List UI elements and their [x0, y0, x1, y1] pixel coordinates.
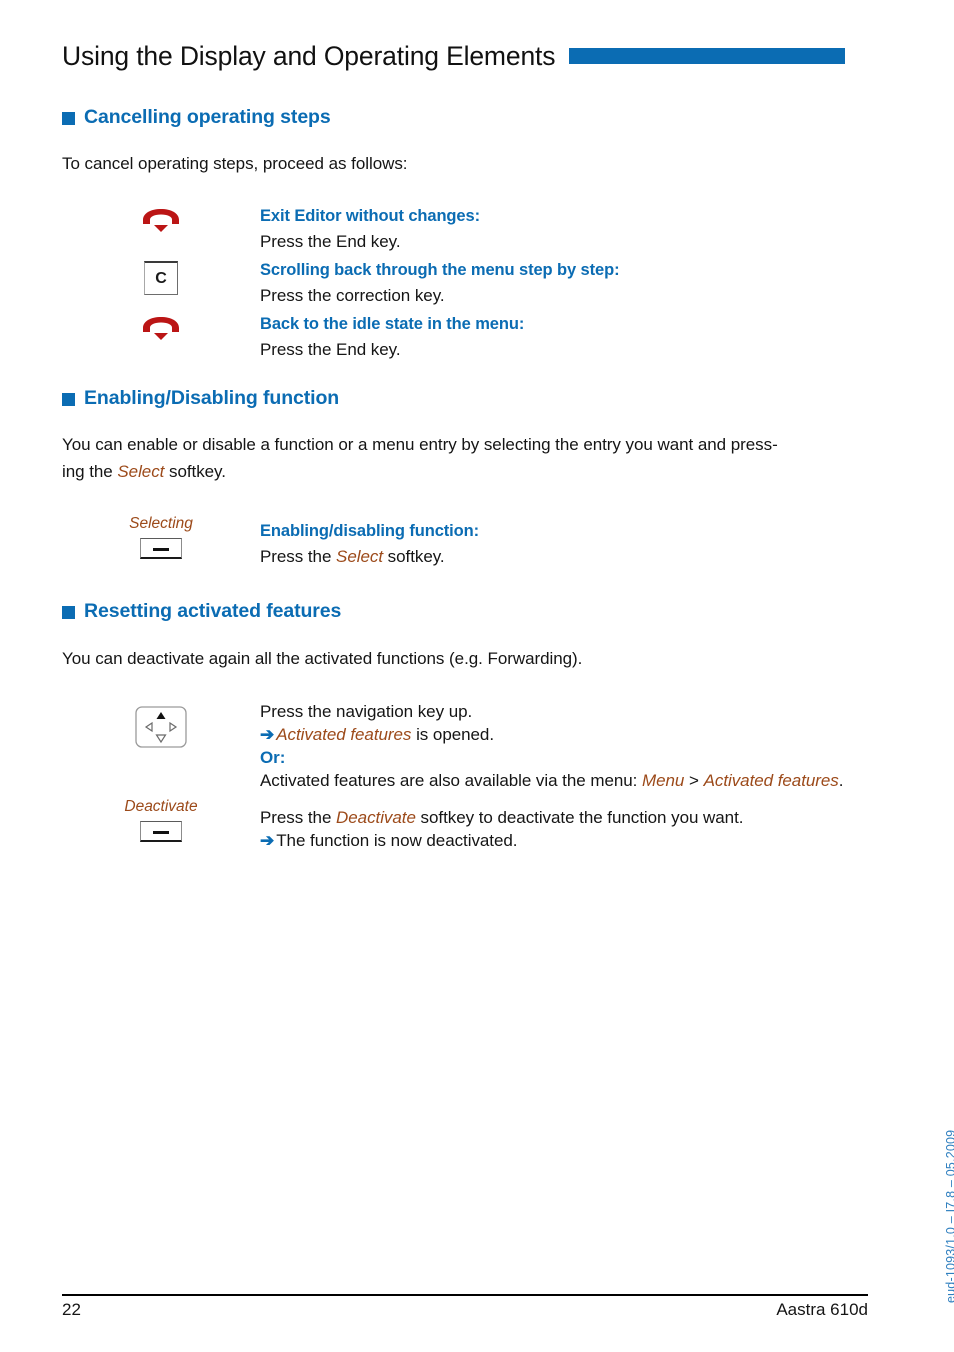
square-bullet-icon: [62, 112, 75, 126]
instruction-row: Deactivate Press the Deactivate softkey …: [62, 797, 872, 852]
instruction-row: Press the navigation key up. ➔ Activated …: [62, 700, 872, 792]
softkey-caption: Deactivate: [124, 798, 198, 815]
instruction-row: Back to the idle state in the menu: Pres…: [62, 313, 872, 361]
instruction-text-cell: Exit Editor without changes: Press the E…: [260, 205, 872, 253]
instruction-line: Press the correction key.: [260, 286, 445, 305]
instruction-line-post: softkey.: [383, 547, 445, 566]
square-bullet-icon: [62, 606, 75, 620]
instruction-row: C Scrolling back through the menu step b…: [62, 259, 872, 307]
instruction-alt-line: Activated features are also available vi…: [260, 769, 872, 792]
footer-divider: [62, 1294, 868, 1296]
softkey-icon: [140, 537, 182, 559]
softkey-dash-glyph: [153, 830, 169, 835]
instruction-line: Press the navigation key up.: [260, 702, 473, 721]
softkey-name-select: Select: [117, 462, 165, 481]
instruction-line-pre: Press the: [260, 547, 337, 566]
end-key-icon: [143, 317, 179, 340]
section-heading-label: Cancelling operating steps: [84, 106, 331, 128]
instruction-title: Scrolling back through the menu step by …: [260, 261, 620, 279]
instruction-line-post: softkey to deactivate the function you w…: [415, 808, 744, 827]
instruction-title: Exit Editor without changes:: [260, 207, 480, 225]
paragraph-line-1: You can enable or disable a function or …: [62, 435, 778, 454]
instruction-text-cell: Press the navigation key up. ➔ Activated …: [260, 700, 872, 792]
alt-line-pre: Activated features are also available vi…: [260, 771, 643, 790]
instruction-text-cell: Press the Deactivate softkey to deactiva…: [260, 797, 872, 852]
section-heading-cancelling: Cancelling operating steps: [62, 106, 331, 128]
page-number: 22: [62, 1300, 81, 1319]
softkey-caption: Selecting: [129, 515, 193, 532]
instruction-text-cell: Back to the idle state in the menu: Pres…: [260, 313, 872, 361]
instruction-title: Enabling/disabling function:: [260, 522, 480, 540]
square-bullet-icon: [62, 393, 75, 407]
instruction-icon-cell: Deactivate: [62, 797, 260, 842]
instruction-result-line: ➔ The function is now deactivated.: [260, 829, 872, 852]
softkey-name-select: Select: [336, 547, 383, 566]
end-key-icon: [143, 209, 179, 232]
section-heading-label: Resetting activated features: [84, 600, 342, 622]
alt-line-post: .: [838, 771, 844, 790]
alt-line-separator: >: [684, 771, 704, 790]
correction-key-icon: C: [144, 261, 178, 295]
page-title: Using the Display and Operating Elements: [62, 40, 556, 71]
document-revision-note: eud-1093/1.0 – I7.8 – 05.2009: [944, 1129, 954, 1303]
menu-name-menu: Menu: [642, 771, 685, 790]
instruction-text-cell: Enabling/disabling function: Press the S…: [260, 514, 872, 568]
menu-name-activated-features: Activated features: [276, 725, 412, 744]
section-heading-label: Enabling/Disabling function: [84, 387, 340, 409]
instruction-title: Back to the idle state in the menu:: [260, 315, 525, 333]
instruction-row: Selecting Enabling/disabling function: P…: [62, 514, 872, 568]
menu-name-activated-features: Activated features: [703, 771, 839, 790]
instruction-icon-cell: [62, 313, 260, 341]
result-arrow-icon: ➔: [260, 831, 275, 850]
instruction-line: Press the Deactivate softkey to deactiva…: [260, 806, 872, 829]
result-arrow-icon: ➔: [260, 725, 275, 744]
intro-paragraph-resetting: You can deactivate again all the activat…: [62, 649, 583, 668]
instruction-icon-cell: [62, 205, 260, 233]
section-heading-resetting: Resetting activated features: [62, 600, 342, 622]
instruction-icon-cell: [62, 700, 260, 748]
instruction-line: Press the End key.: [260, 232, 401, 251]
device-name: Aastra 610d: [776, 1300, 868, 1319]
section-heading-enabling: Enabling/Disabling function: [62, 387, 340, 409]
softkey-icon: [140, 820, 182, 842]
alternative-label: Or:: [260, 748, 286, 767]
instruction-line-pre: Press the: [260, 808, 337, 827]
instruction-result-text: The function is now deactivated.: [276, 831, 518, 850]
instruction-line: Press the End key.: [260, 340, 401, 359]
intro-paragraph-cancelling: To cancel operating steps, proceed as fo…: [62, 154, 408, 173]
instruction-result-post: is opened.: [411, 725, 495, 744]
instruction-text-cell: Scrolling back through the menu step by …: [260, 259, 872, 307]
instruction-row: Exit Editor without changes: Press the E…: [62, 205, 872, 253]
instruction-line: Press the Select softkey.: [260, 545, 872, 568]
intro-paragraph-enabling: You can enable or disable a function or …: [62, 431, 874, 485]
softkey-name-deactivate: Deactivate: [336, 808, 416, 827]
softkey-dash-glyph: [153, 547, 169, 552]
paragraph-line-2-post: softkey.: [164, 462, 226, 481]
instruction-result-line: ➔ Activated features is opened.: [260, 723, 872, 746]
document-page: Using the Display and Operating Elements…: [0, 0, 954, 1352]
instruction-icon-cell: C: [62, 259, 260, 295]
instruction-icon-cell: Selecting: [62, 514, 260, 559]
page-header: Using the Display and Operating Elements: [62, 36, 872, 76]
paragraph-line-2-pre: ing the: [62, 462, 118, 481]
correction-key-label: C: [155, 269, 167, 287]
navigation-key-icon: [135, 706, 187, 748]
header-accent-bar: [569, 48, 846, 64]
